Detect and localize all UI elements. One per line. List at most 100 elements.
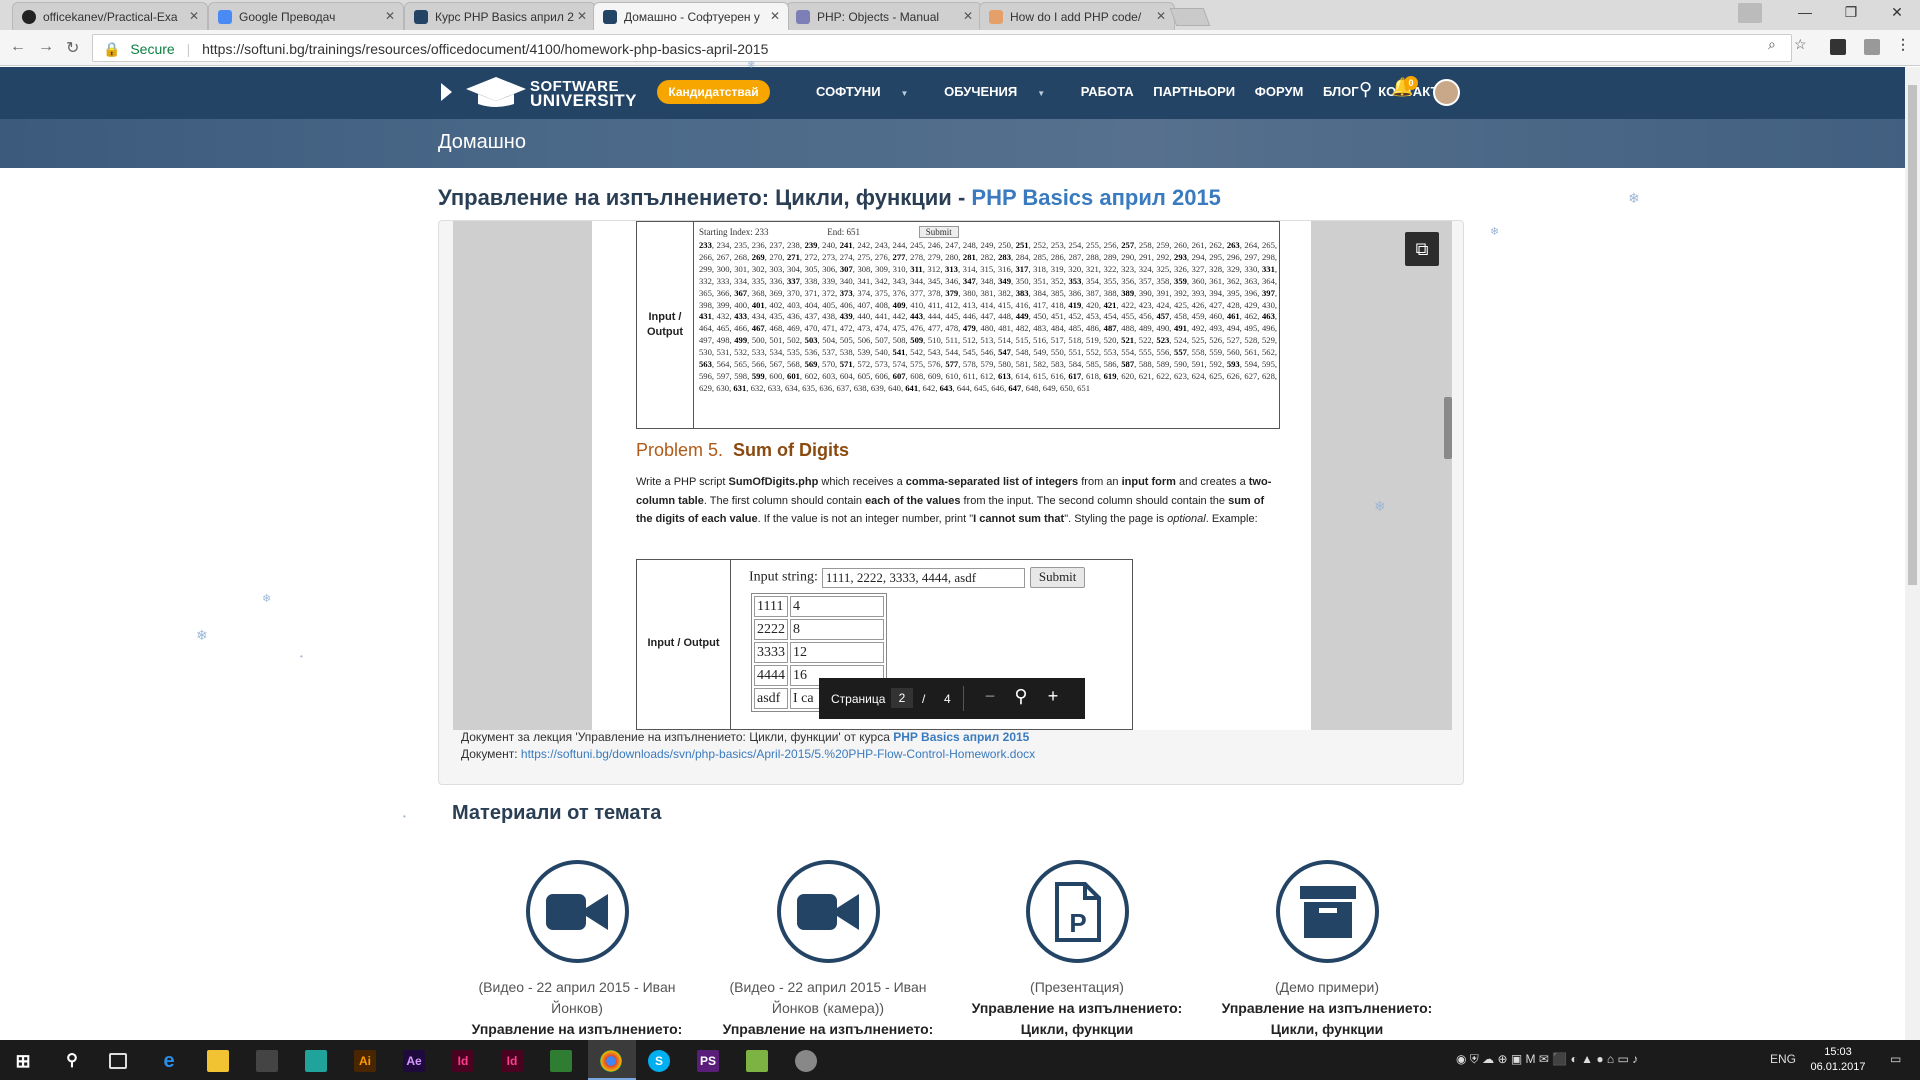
file-explorer-icon[interactable]	[207, 1050, 229, 1072]
material-item[interactable]: (Видео - 22 април 2015 - Иван Йонков (ка…	[718, 860, 938, 1040]
close-tab-icon[interactable]: ✕	[963, 9, 973, 23]
course-link[interactable]: PHP Basics април 2015	[971, 185, 1221, 210]
back-icon[interactable]: ←	[10, 38, 26, 56]
start-label: Starting Index:	[699, 227, 753, 237]
browser-tab[interactable]: officekanev/Practical-Exa ✕	[12, 2, 208, 30]
material-title[interactable]: Управление на изпълнението: Цикли, функц…	[967, 998, 1187, 1040]
close-tab-icon[interactable]: ✕	[189, 9, 199, 23]
notepad-icon[interactable]	[746, 1050, 768, 1072]
chrome-icon[interactable]	[600, 1050, 622, 1072]
language-indicator[interactable]: ENG	[1770, 1052, 1796, 1066]
nav-item-partners[interactable]: ПАРТНЬОРИ	[1153, 84, 1235, 99]
nav-item-softuni[interactable]: СОФТУНИ ▼	[816, 84, 924, 99]
nav-item-jobs[interactable]: РАБОТА	[1081, 84, 1134, 99]
material-title[interactable]: Управление на изпълнението:	[718, 1019, 938, 1040]
indesign-icon[interactable]: Id	[452, 1050, 474, 1072]
material-item[interactable]: (Демо примери) Управление на изпълнениет…	[1217, 860, 1437, 1040]
extension-icon[interactable]	[1864, 39, 1880, 55]
video-camera-icon[interactable]	[776, 860, 880, 963]
minimize-icon[interactable]: —	[1782, 4, 1828, 20]
nav-item-blog[interactable]: БЛОГ	[1323, 84, 1359, 99]
phpstorm-icon[interactable]: PS	[697, 1050, 719, 1072]
search-icon[interactable]: ⚲	[1359, 79, 1372, 100]
nav-item-forum[interactable]: ФОРУМ	[1255, 84, 1304, 99]
address-bar[interactable]: 🔒 Secure | https://softuni.bg/trainings/…	[92, 34, 1792, 62]
material-title[interactable]: Управление на изпълнението: Цикли, функц…	[1217, 998, 1437, 1040]
course-link[interactable]: PHP Basics април 2015	[893, 730, 1029, 744]
close-tab-icon[interactable]: ✕	[770, 9, 780, 23]
skype-icon[interactable]: S	[648, 1050, 670, 1072]
page-scrollbar[interactable]	[1905, 67, 1920, 1040]
site-header: SOFTWARE UNIVERSITY Кандидатствай СОФТУН…	[0, 67, 1905, 119]
task-view-icon[interactable]	[109, 1053, 127, 1069]
page-number-input[interactable]: 2	[891, 688, 913, 708]
after-effects-icon[interactable]: Ae	[403, 1050, 425, 1072]
zoom-out-icon[interactable]: −	[978, 686, 1002, 707]
end-value: 651	[846, 227, 861, 237]
edge-icon[interactable]: e	[158, 1050, 180, 1072]
meta-prefix: Документ за лекция 'Управление на изпълн…	[461, 730, 894, 744]
magnifier-icon[interactable]: ⚲	[1009, 686, 1033, 707]
viewer-scrollbar[interactable]	[1444, 397, 1452, 459]
number-list: 233, 234, 235, 236, 237, 238, 239, 240, …	[699, 240, 1278, 393]
extension-icon[interactable]	[1830, 39, 1846, 55]
menu-icon[interactable]: ⋮	[1896, 36, 1910, 53]
document-link[interactable]: https://softuni.bg/downloads/svn/php-bas…	[521, 747, 1035, 761]
browser-tab[interactable]: Курс PHP Basics април 2 ✕	[404, 2, 596, 30]
notifications-icon[interactable]: ▭	[1890, 1052, 1901, 1066]
presentation-icon[interactable]: P	[1025, 860, 1129, 963]
site-logo[interactable]: SOFTWARE UNIVERSITY	[530, 79, 637, 109]
material-item[interactable]: P (Презентация) Управление на изпълнение…	[967, 860, 1187, 1040]
close-tab-icon[interactable]: ✕	[385, 9, 395, 23]
archive-icon[interactable]	[1275, 860, 1379, 963]
browser-tab-active[interactable]: Домашно - Софтуерен у ✕	[593, 2, 789, 30]
store-icon[interactable]	[256, 1050, 278, 1072]
document-viewer[interactable]: Input / Output Starting Index: 233 End: …	[453, 221, 1452, 730]
material-item[interactable]: (Видео - 22 април 2015 - Иван Йонков) Уп…	[467, 860, 687, 1040]
close-window-icon[interactable]: ✕	[1874, 4, 1920, 21]
avatar[interactable]	[1433, 79, 1460, 106]
zoom-icon[interactable]: ⌕	[1768, 36, 1776, 53]
apply-button[interactable]: Кандидатствай	[657, 80, 770, 104]
example-form: Starting Index: 233 End: 651 Submit	[699, 226, 959, 238]
php-icon	[796, 10, 810, 24]
restore-icon[interactable]: ❐	[1828, 4, 1874, 21]
reload-icon[interactable]: ↻	[66, 38, 79, 58]
io-example-table: Input / Output Starting Index: 233 End: …	[636, 221, 1280, 429]
open-external-icon[interactable]: ⧉	[1405, 232, 1439, 266]
indesign-icon[interactable]: Id	[501, 1050, 523, 1072]
illustrator-icon[interactable]: Ai	[354, 1050, 376, 1072]
search-icon[interactable]: ⚲	[61, 1050, 83, 1072]
close-tab-icon[interactable]: ✕	[1156, 9, 1166, 23]
viewer-margin	[1311, 221, 1452, 730]
forward-icon[interactable]: →	[38, 38, 54, 56]
new-tab-button[interactable]	[1169, 8, 1211, 26]
app-icon[interactable]	[305, 1050, 327, 1072]
close-tab-icon[interactable]: ✕	[577, 9, 587, 23]
user-profile-icon[interactable]	[1738, 3, 1762, 23]
page-banner	[0, 119, 1905, 168]
material-title[interactable]: Управление на изпълнението:	[467, 1019, 687, 1040]
scrollbar-thumb[interactable]	[1908, 85, 1917, 585]
snowflake-icon: ❄	[196, 627, 208, 643]
sidebar-toggle-icon[interactable]	[441, 83, 452, 101]
app-icon[interactable]	[795, 1050, 817, 1072]
browser-tab[interactable]: Google Преводач ✕	[208, 2, 404, 30]
browser-tab[interactable]: PHP: Objects - Manual ✕	[786, 2, 982, 30]
tray-icons[interactable]: ◉ ⛨ ☁ ⊕ ▣ M ✉ ⬛ ◐ ▲ ● ⌂ ▭ ♪	[1456, 1052, 1638, 1067]
browser-tab[interactable]: How do I add PHP code/ ✕	[979, 2, 1175, 30]
nav-item-trainings[interactable]: ОБУЧЕНИЯ ▼	[944, 84, 1061, 99]
app-icon[interactable]	[550, 1050, 572, 1072]
clock-time: 15:03	[1824, 1046, 1852, 1058]
windows-start-icon[interactable]: ⊞	[12, 1050, 34, 1072]
tab-title: Курс PHP Basics април 2	[435, 10, 574, 24]
video-camera-icon[interactable]	[525, 860, 629, 963]
meta-line1: Документ за лекция 'Управление на изпълн…	[461, 729, 1035, 746]
clock[interactable]: 15:03 06.01.2017	[1808, 1045, 1868, 1075]
graduation-cap-icon[interactable]	[466, 77, 526, 107]
caret-down-icon: ▼	[900, 89, 909, 98]
bookmark-star-icon[interactable]: ☆	[1794, 36, 1807, 53]
browser-toolbar: ← → ↻ 🔒 Secure | https://softuni.bg/trai…	[0, 30, 1920, 66]
zoom-in-icon[interactable]: +	[1041, 686, 1065, 707]
google-translate-icon	[218, 10, 232, 24]
